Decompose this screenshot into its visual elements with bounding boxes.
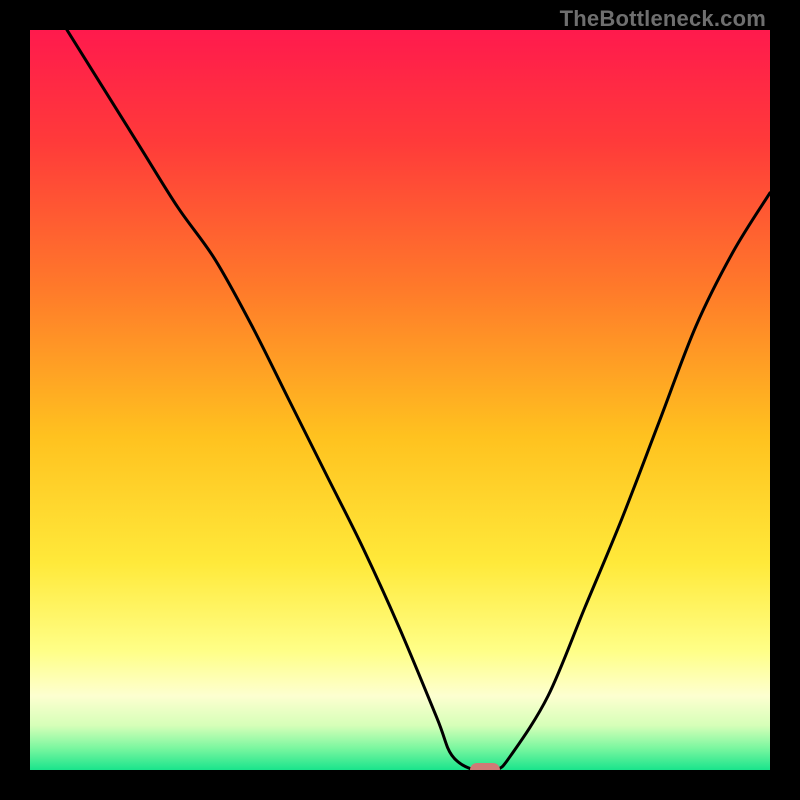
- optimal-point-marker: [470, 763, 500, 770]
- plot-area: [30, 30, 770, 770]
- bottleneck-curve: [30, 30, 770, 770]
- watermark-text: TheBottleneck.com: [560, 6, 766, 32]
- chart-frame: TheBottleneck.com: [0, 0, 800, 800]
